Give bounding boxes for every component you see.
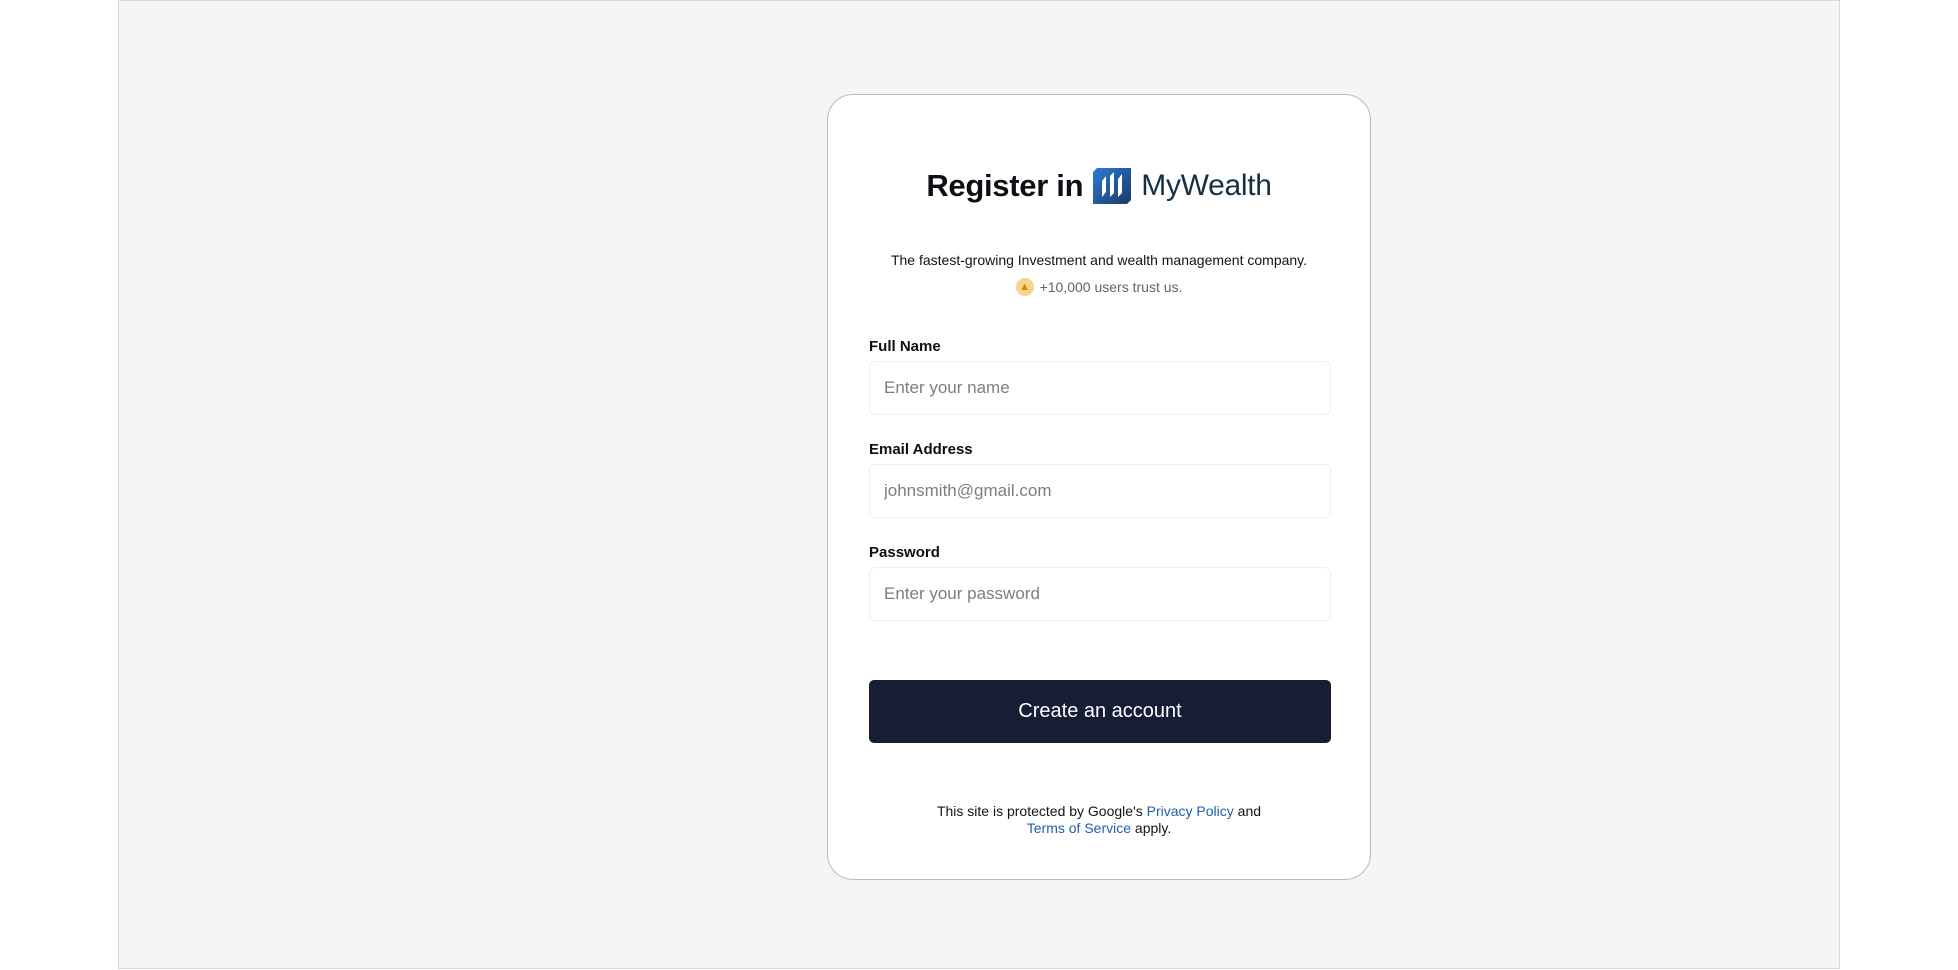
full-name-input[interactable] — [869, 361, 1331, 415]
register-card: Register in MyWealth The fastest-growing… — [827, 94, 1371, 880]
register-heading: Register in MyWealth — [828, 160, 1370, 212]
register-title: Register in — [926, 168, 1084, 203]
terms-of-service-link[interactable]: Terms of Service — [1027, 820, 1131, 836]
legal-notice: This site is protected by Google's Priva… — [828, 803, 1370, 837]
create-account-button[interactable]: Create an account — [869, 680, 1331, 743]
privacy-policy-link[interactable]: Privacy Policy — [1147, 803, 1234, 819]
legal-suffix: apply. — [1134, 820, 1172, 836]
mywealth-logo-icon — [1093, 168, 1132, 204]
brand-name: MyWealth — [1141, 169, 1272, 202]
thumbs-up-icon: ▲ — [1015, 278, 1034, 296]
tagline: The fastest-growing Investment and wealt… — [890, 252, 1308, 268]
brand: MyWealth — [1093, 166, 1272, 206]
password-label: Password — [869, 544, 940, 561]
email-label: Email Address — [869, 441, 973, 458]
full-name-label: Full Name — [869, 338, 941, 355]
page-background: Register in MyWealth The fastest-growing… — [118, 0, 1840, 969]
legal-prefix: This site is protected by Google's — [936, 803, 1143, 819]
email-input[interactable] — [869, 464, 1331, 518]
trust-line: ▲ +10,000 users trust us. — [828, 278, 1370, 296]
password-input[interactable] — [869, 567, 1331, 621]
trust-text: +10,000 users trust us. — [1039, 279, 1183, 295]
legal-and: and — [1237, 803, 1262, 819]
